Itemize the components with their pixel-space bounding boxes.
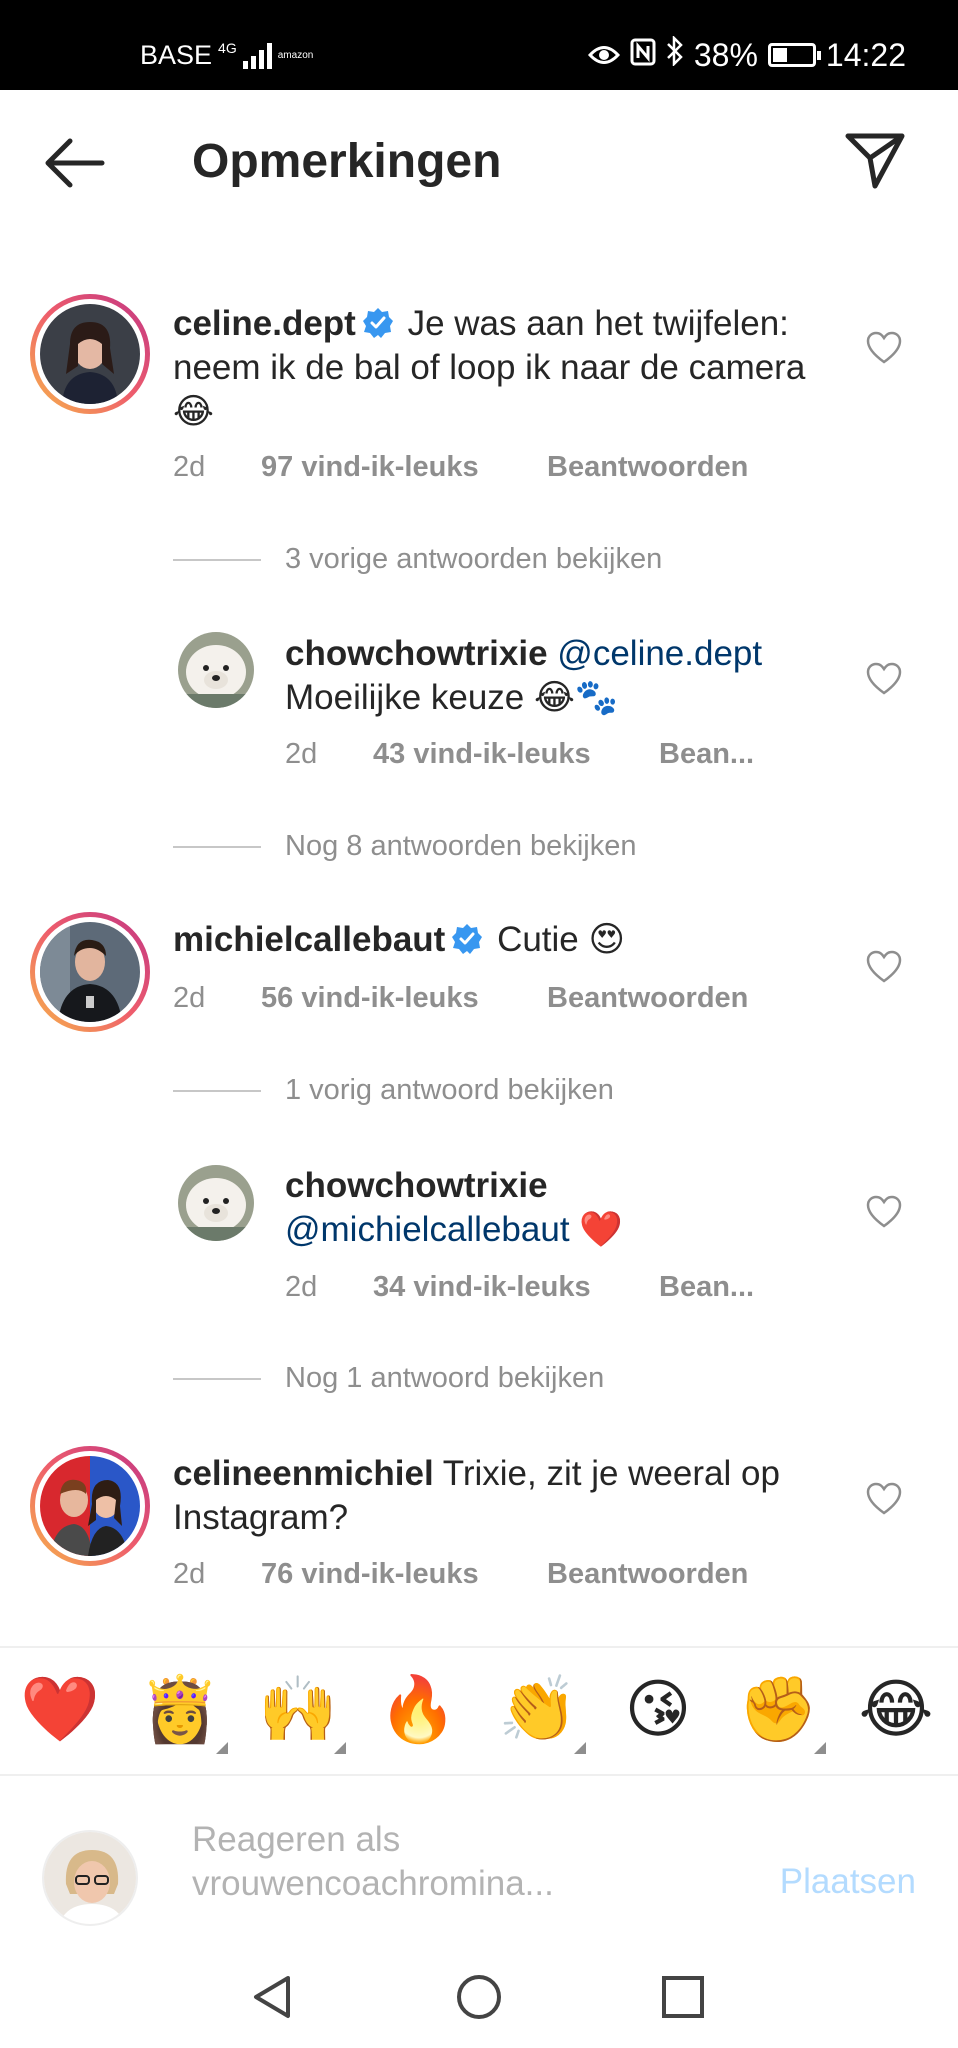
signal-icon <box>242 42 272 69</box>
nav-home-icon[interactable] <box>454 1972 504 2022</box>
current-user-avatar <box>42 1830 138 1926</box>
reply-button[interactable]: Beantwoorden <box>547 1558 748 1591</box>
avatar-image <box>40 304 140 404</box>
post-button[interactable]: Plaatsen <box>780 1862 916 1902</box>
comment-text: celineenmichiel Trixie, zit je weeral op… <box>173 1452 833 1540</box>
back-arrow-icon[interactable] <box>40 128 110 198</box>
emoji-glyph: ✊ <box>738 1673 818 1747</box>
heart-outline-icon[interactable] <box>866 1195 902 1229</box>
battery-icon <box>767 43 821 67</box>
comment-age: 2d <box>173 451 206 483</box>
emoji-kiss[interactable]: 😘 <box>618 1670 698 1750</box>
system-nav-bar <box>0 1940 958 2048</box>
heart-outline-icon[interactable] <box>866 331 902 365</box>
comment-text: celine.dept Je was aan het twijfelen: ne… <box>173 302 833 434</box>
amazon-app-badge: amazon <box>277 49 314 61</box>
emoji-fist[interactable]: ✊ <box>738 1670 826 1754</box>
avatar[interactable] <box>30 912 150 1032</box>
avatar[interactable] <box>178 1165 254 1241</box>
view-replies-link[interactable]: 3 vorige antwoorden bekijken <box>173 543 662 576</box>
reply-button[interactable]: Bean... <box>659 1271 754 1304</box>
reply-button[interactable]: Beantwoorden <box>547 451 748 484</box>
emoji-princess[interactable]: 👸 <box>140 1670 228 1754</box>
avatar-image <box>40 1456 140 1556</box>
comment-body: ❤️ <box>579 1210 623 1249</box>
emoji-raised-hands[interactable]: 🙌 <box>258 1670 346 1754</box>
divider <box>173 1377 261 1380</box>
comment-mention[interactable]: @michielcallebaut <box>285 1210 570 1249</box>
network-label: 4G <box>218 40 237 56</box>
reply-button[interactable]: Beantwoorden <box>547 982 748 1015</box>
comment-age: 2d <box>285 1271 318 1303</box>
carrier-label: BASE <box>140 40 213 70</box>
nfc-icon <box>630 37 656 74</box>
comment-body: Cutie 😍 <box>497 920 625 959</box>
avatar[interactable] <box>30 294 150 414</box>
view-replies-link[interactable]: Nog 8 antwoorden bekijken <box>173 830 636 863</box>
view-replies-label: Nog 1 antwoord bekijken <box>285 1362 605 1394</box>
page-title: Opmerkingen <box>192 135 502 188</box>
likes-count[interactable]: 97 vind-ik-leuks <box>261 451 547 484</box>
comment-meta: 2d 43 vind-ik-leuks Bean... <box>285 738 754 771</box>
comment-text: chowchowtrixie @celine.dept Moeilijke ke… <box>285 632 825 720</box>
avatar[interactable] <box>30 1446 150 1566</box>
emoji-glyph: 👸 <box>140 1673 220 1747</box>
likes-count[interactable]: 43 vind-ik-leuks <box>373 738 659 771</box>
likes-count[interactable]: 76 vind-ik-leuks <box>261 1558 547 1591</box>
view-replies-label: Nog 8 antwoorden bekijken <box>285 830 637 862</box>
verified-badge-icon <box>451 922 483 954</box>
avatar[interactable] <box>178 632 254 708</box>
comment-meta: 2d 34 vind-ik-leuks Bean... <box>285 1271 754 1304</box>
status-right: 38% 14:22 <box>587 34 906 74</box>
emoji-glyph: 👏 <box>498 1673 578 1747</box>
comment-age: 2d <box>285 738 318 770</box>
heart-outline-icon[interactable] <box>866 662 902 696</box>
comment-meta: 2d 56 vind-ik-leuks Beantwoorden <box>173 982 748 1015</box>
view-replies-label: 1 vorig antwoord bekijken <box>285 1074 614 1106</box>
nav-recents-icon[interactable] <box>658 1972 708 2022</box>
view-replies-link[interactable]: Nog 1 antwoord bekijken <box>173 1362 604 1395</box>
divider <box>173 845 261 848</box>
clock: 14:22 <box>825 36 906 73</box>
comment-username[interactable]: chowchowtrixie <box>285 634 548 673</box>
divider <box>173 558 261 561</box>
likes-count[interactable]: 56 vind-ik-leuks <box>261 982 547 1015</box>
comment-mention[interactable]: @celine.dept <box>557 634 762 673</box>
comment-age: 2d <box>173 982 206 1014</box>
view-replies-link[interactable]: 1 vorig antwoord bekijken <box>173 1074 614 1107</box>
likes-count[interactable]: 34 vind-ik-leuks <box>373 1271 659 1304</box>
comment-meta: 2d 97 vind-ik-leuks Beantwoorden <box>173 451 748 484</box>
nav-back-icon[interactable] <box>248 1972 298 2022</box>
emoji-clap[interactable]: 👏 <box>498 1670 586 1754</box>
comment-input[interactable]: Reageren als vrouwencoachromina... <box>192 1818 612 1906</box>
avatar-image <box>40 922 140 1022</box>
status-left: BASE 4G amazon <box>140 40 313 71</box>
view-replies-label: 3 vorige antwoorden bekijken <box>285 543 663 575</box>
status-bar: BASE 4G amazon 38% 14:22 <box>0 0 958 90</box>
emoji-quick-bar: ❤️ 👸 🙌 🔥 👏 😘 ✊ 😂 <box>0 1646 958 1776</box>
divider <box>173 1089 261 1092</box>
eye-icon <box>587 37 620 74</box>
emoji-fire[interactable]: 🔥 <box>378 1670 458 1750</box>
bluetooth-icon <box>666 34 684 74</box>
emoji-glyph: 🙌 <box>258 1673 338 1747</box>
heart-outline-icon[interactable] <box>866 950 902 984</box>
comment-username[interactable]: michielcallebaut <box>173 920 445 959</box>
comment-meta: 2d 76 vind-ik-leuks Beantwoorden <box>173 1558 748 1591</box>
verified-badge-icon <box>362 306 394 338</box>
send-icon[interactable] <box>842 128 908 194</box>
comment-age: 2d <box>173 1558 206 1590</box>
emoji-joy[interactable]: 😂 <box>856 1670 936 1750</box>
comment-username[interactable]: celineenmichiel <box>173 1454 434 1493</box>
heart-outline-icon[interactable] <box>866 1482 902 1516</box>
comment-body: Moeilijke keuze 😂🐾 <box>285 678 619 717</box>
battery-percent: 38% <box>693 36 758 73</box>
comments-header: Opmerkingen <box>0 90 958 240</box>
comment-username[interactable]: chowchowtrixie <box>285 1166 548 1205</box>
comment-text: michielcallebaut Cutie 😍 <box>173 918 833 962</box>
reply-button[interactable]: Bean... <box>659 738 754 771</box>
comment-username[interactable]: celine.dept <box>173 304 356 343</box>
comment-text: chowchowtrixie @michielcallebaut ❤️ <box>285 1164 825 1252</box>
emoji-heart[interactable]: ❤️ <box>20 1670 100 1750</box>
